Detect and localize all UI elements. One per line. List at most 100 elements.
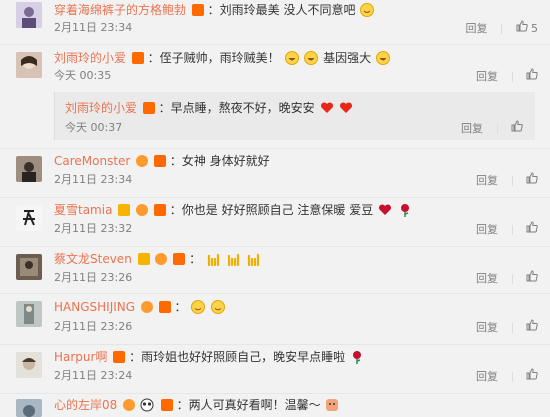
comment-actions: 回复 <box>476 319 538 335</box>
username-link[interactable]: 穿着海绵裤子的方格鲍勃 <box>54 3 186 17</box>
comment-text: 基因强大 <box>323 51 372 65</box>
comment-item: CareMonster ：女神 身体好就好 2月11日 23:34 回复 <box>0 148 550 198</box>
reply-button[interactable]: 回复 <box>461 121 483 137</box>
username-link[interactable]: 心的左岸08 <box>54 398 117 412</box>
vip-badge-icon <box>158 301 171 313</box>
divider <box>496 123 498 134</box>
comment-time: 2月11日 23:32 <box>54 222 133 235</box>
comment-time: 2月11日 23:34 <box>54 173 133 186</box>
divider <box>511 322 513 333</box>
comment-actions: 回复 <box>476 221 538 237</box>
comment-text: ： <box>189 252 202 266</box>
sticker-icon <box>325 398 339 412</box>
comment-actions: 回复 <box>476 68 538 84</box>
like-button[interactable] <box>526 221 538 238</box>
like-button[interactable] <box>516 20 528 37</box>
thumbs-up-icon <box>526 270 538 282</box>
comment-text-line: 心的左岸08 ：两人可真好看啊！温馨～ <box>54 397 340 413</box>
vip-badge-icon <box>160 399 173 411</box>
username-link[interactable]: CareMonster <box>54 154 130 168</box>
fan-badge-icon <box>123 399 136 411</box>
reply-button[interactable]: 回复 <box>476 320 498 336</box>
vip-badge-icon <box>142 102 155 114</box>
divider <box>511 273 513 284</box>
avatar[interactable] <box>16 205 42 231</box>
comment-actions: 回复 <box>476 270 538 286</box>
comment-item: 蔡文龙Steven ： 2月11日 23:26 回复 <box>0 246 550 294</box>
comment-item: 夏雪tamia ：你也是 好好照顾自己 注意保暖 爱豆 2月11日 23:32 … <box>0 197 550 247</box>
like-button[interactable] <box>526 270 538 287</box>
like-button[interactable] <box>526 319 538 336</box>
vip-badge-icon <box>113 351 126 363</box>
vip-badge-icon <box>173 253 186 265</box>
fan-badge-icon <box>140 301 153 313</box>
avatar[interactable] <box>16 2 42 28</box>
comment-item: HANGSHIJING ： 2月11日 23:26 回复 <box>0 293 550 345</box>
reply-button[interactable]: 回复 <box>476 173 498 189</box>
reply-button[interactable]: 回复 <box>466 21 488 37</box>
avatar[interactable] <box>16 254 42 280</box>
divider <box>511 371 513 382</box>
comment-text: ：女神 身体好就好 <box>169 154 270 168</box>
comment-text-line: 蔡文龙Steven ： <box>54 251 261 267</box>
comment-actions: 回复 <box>476 172 538 188</box>
comment-text: ：雨玲姐也好好照顾自己，晚安早点睡啦 <box>129 350 346 364</box>
smile-emoji-icon <box>191 300 206 314</box>
vip-badge-icon <box>131 52 144 64</box>
thumbs-up-icon <box>526 221 538 233</box>
username-link[interactable]: 刘雨玲的小爱 <box>65 101 137 115</box>
comment-actions: 回复 <box>476 368 538 384</box>
rock-hand-icon <box>206 252 220 267</box>
reply-button[interactable]: 回复 <box>476 369 498 385</box>
rose-icon <box>350 350 364 364</box>
nested-reply-time: 今天 00:37 <box>65 121 123 134</box>
comment-time: 2月11日 23:24 <box>54 369 133 382</box>
laughing-emoji-icon <box>284 51 299 65</box>
smile-emoji-icon <box>360 3 375 17</box>
panda-icon <box>140 398 154 412</box>
reply-button[interactable]: 回复 <box>476 222 498 238</box>
fan-badge-icon <box>136 204 149 216</box>
comment-time: 2月11日 23:26 <box>54 271 133 284</box>
username-link[interactable]: 刘雨玲的小爱 <box>54 51 126 65</box>
vip-badge-icon <box>191 4 204 16</box>
heart-icon <box>378 203 392 217</box>
like-count: 5 <box>531 21 538 35</box>
comment-text-line: 穿着海绵裤子的方格鲍勃 ：刘雨玲最美 没人不同意吧 <box>54 2 375 18</box>
username-link[interactable]: 夏雪tamia <box>54 203 112 217</box>
thumbs-up-icon <box>526 68 538 80</box>
comment-text-line: CareMonster ：女神 身体好就好 <box>54 153 270 169</box>
rock-hand-icon <box>246 252 260 267</box>
comment-list: 穿着海绵裤子的方格鲍勃 ：刘雨玲最美 没人不同意吧 2月11日 23:34 回复… <box>0 0 550 417</box>
avatar[interactable] <box>16 156 42 182</box>
like-button[interactable] <box>526 368 538 385</box>
like-button[interactable] <box>511 120 523 137</box>
like-button[interactable] <box>526 172 538 189</box>
laughing-emoji-icon <box>376 51 391 65</box>
reply-button[interactable]: 回复 <box>476 271 498 287</box>
divider <box>501 23 502 34</box>
avatar[interactable] <box>16 52 42 78</box>
avatar[interactable] <box>16 301 42 327</box>
smile-emoji-icon <box>211 300 226 314</box>
comment-time: 2月11日 23:34 <box>54 21 133 34</box>
comment-item: 心的左岸08 ：两人可真好看啊！温馨～ <box>0 393 550 417</box>
username-link[interactable]: 蔡文龙Steven <box>54 252 132 266</box>
thumbs-up-icon <box>511 120 523 132</box>
comment-text-line: HANGSHIJING ： <box>54 299 226 315</box>
divider <box>511 71 513 82</box>
avatar[interactable] <box>16 399 42 417</box>
comment-text: ：两人可真好看啊！温馨～ <box>176 398 321 412</box>
like-button[interactable] <box>526 68 538 85</box>
nested-reply: 刘雨玲的小爱 ：早点睡，熬夜不好，晚安安 今天 00:37 回复 <box>54 92 535 140</box>
username-link[interactable]: Harpur啊 <box>54 350 107 364</box>
comment-text: ：侄子贼帅，雨玲贼美！ <box>147 51 280 65</box>
reply-button[interactable]: 回复 <box>476 69 498 85</box>
comment-time: 2月11日 23:26 <box>54 320 133 333</box>
username-link[interactable]: HANGSHIJING <box>54 300 135 314</box>
avatar[interactable] <box>16 352 42 378</box>
nested-reply-line: 刘雨玲的小爱 ：早点睡，熬夜不好，晚安安 <box>65 100 354 116</box>
divider <box>511 175 513 186</box>
verified-v-badge-icon <box>118 204 131 216</box>
comment-text-line: 刘雨玲的小爱 ：侄子贼帅，雨玲贼美！ 基因强大 <box>54 50 391 66</box>
